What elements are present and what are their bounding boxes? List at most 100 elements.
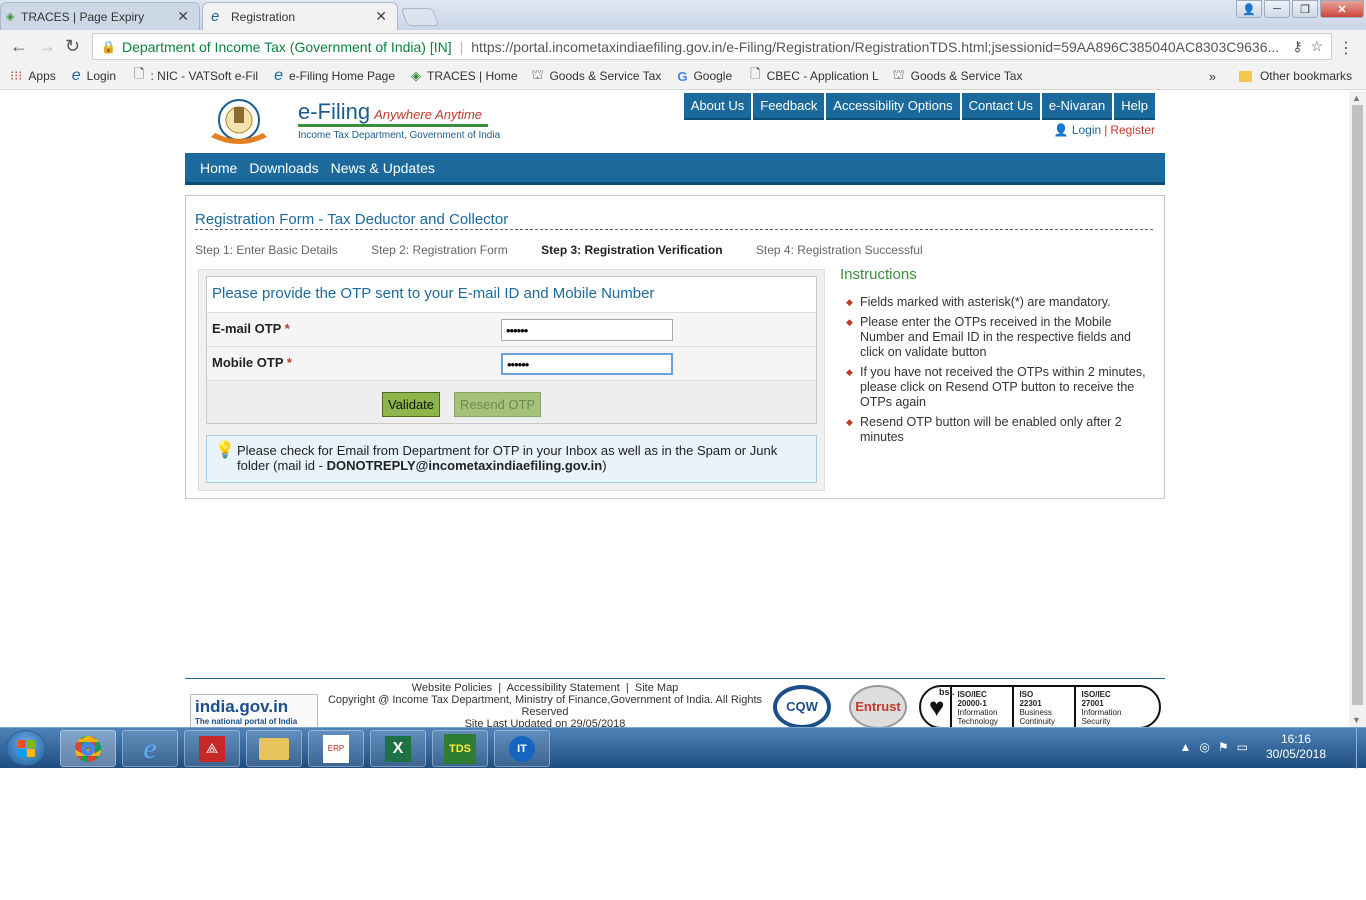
required-mark: * (286, 355, 292, 370)
site-logo-title[interactable]: e-Filing Anywhere Anytime (298, 99, 482, 125)
bookmark-label: TRACES | Home (427, 69, 518, 83)
scroll-down-icon[interactable]: ▼ (1352, 715, 1361, 725)
windows-taskbar: e ⟁ ERP X TDS IT ▲◎⚑▭ 16:16 30/05/2018 (0, 727, 1366, 769)
it-app-taskbar-icon[interactable]: IT (494, 730, 550, 767)
emblem-icon: ⛫ (531, 67, 544, 82)
bookmark-google[interactable]: G Google (677, 69, 732, 84)
email-otp-input[interactable] (501, 319, 673, 341)
iso-20000: ISO/IEC20000-1Information Technology Ser… (950, 687, 1012, 727)
step-indicator: Step 1: Enter Basic Details Step 2: Regi… (195, 243, 953, 257)
bookmark-traces-home[interactable]: ◈ TRACES | Home (411, 68, 517, 84)
back-icon[interactable]: ← (10, 36, 28, 57)
start-button[interactable] (6, 730, 46, 766)
iso-desc: Information Security Management (1081, 708, 1128, 727)
bsi-iso-badge: bsi. ♥ ISO/IEC 20000-1 Information Technol… (919, 685, 1161, 727)
logo-tagline: Anywhere Anytime (374, 107, 483, 122)
apps-grid-icon: ⁝⁝⁝ (10, 68, 23, 83)
email-otp-row: E-mail OTP * (207, 313, 816, 347)
forward-icon[interactable]: → (38, 36, 56, 57)
nav-help[interactable]: Help (1114, 93, 1155, 120)
iso-desc: Business Continuity (1019, 708, 1056, 726)
validate-button[interactable]: Validate (382, 392, 441, 417)
page-icon: 🗋 (134, 66, 145, 81)
footer-link-website-policies[interactable]: Website Policies (412, 682, 493, 694)
register-link[interactable]: Register (1110, 123, 1155, 137)
note-close: ) (602, 458, 607, 473)
url-input[interactable]: 🔒 Department of Income Tax (Government o… (92, 33, 1332, 60)
main-nav-downloads[interactable]: Downloads (249, 160, 318, 176)
cqw-badge: CQW (773, 685, 831, 727)
traces-icon: ◈ (411, 68, 422, 83)
main-nav-home[interactable]: Home (200, 160, 237, 176)
bookmark-label: e-Filing Home Page (288, 69, 396, 83)
browser-menu-icon[interactable]: ⋮ (1338, 38, 1354, 58)
footer-copyright: Copyright @ Income Tax Department, Minis… (327, 694, 763, 718)
nav-accessibility-options[interactable]: Accessibility Options (826, 93, 960, 120)
tab-close-icon[interactable]: ✕ (375, 8, 387, 25)
saral-tds-taskbar-icon[interactable]: TDS (432, 730, 488, 767)
bullet-icon: ◆ (846, 417, 853, 427)
scrollbar-thumb[interactable] (1352, 105, 1363, 705)
person-icon: 👤 (1053, 123, 1069, 137)
main-nav-news-updates[interactable]: News & Updates (331, 160, 435, 176)
other-bookmarks[interactable]: Other bookmarks (1238, 69, 1352, 83)
instruction-item: ◆ Fields marked with asterisk(*) are mand… (840, 295, 1150, 310)
tab-registration[interactable]: e Registration ✕ (202, 2, 398, 30)
instruction-text: If you have not received the OTPs within… (860, 365, 1146, 409)
clock-date: 30/05/2018 (1265, 747, 1326, 761)
otp-panel-heading: Please provide the OTP sent to your E-ma… (207, 277, 816, 313)
bookmarks-bar: ⁝⁝⁝ Apps e Login 🗋: NIC - VATSoft e-Fil ee… (0, 63, 1366, 90)
required-mark: * (284, 321, 290, 336)
clock[interactable]: 16:16 30/05/2018 (1266, 732, 1326, 762)
bookmark-efiling-home[interactable]: e e-Filing Home Page (274, 67, 395, 85)
minimize-icon[interactable]: ─ (1264, 0, 1290, 18)
tab-traces-page-expiry[interactable]: ◈ TRACES | Page Expiry ✕ (0, 2, 200, 30)
lock-icon: 🔒 (101, 39, 116, 54)
acrobat-taskbar-icon[interactable]: ⟁ (184, 730, 240, 767)
google-icon: G (677, 68, 688, 84)
excel-taskbar-icon[interactable]: X (370, 730, 426, 767)
ie-taskbar-icon[interactable]: e (122, 730, 178, 767)
page-scrollbar[interactable]: ▲ ▼ (1349, 91, 1366, 727)
button-row: Validate Resend OTP (207, 381, 816, 423)
maximize-icon[interactable]: ❐ (1292, 0, 1318, 18)
footer-link-site-map[interactable]: Site Map (635, 682, 678, 694)
logo-subtitle: Income Tax Department, Government of Ind… (298, 130, 501, 141)
nav-e-nivaran[interactable]: e-Nivaran (1041, 93, 1113, 120)
instruction-text: Fields marked with asterisk(*) are manda… (860, 295, 1111, 309)
bookmark-label: Apps (28, 69, 56, 83)
tab-close-icon[interactable]: ✕ (177, 8, 189, 25)
ie-icon: e (211, 8, 220, 25)
bookmark-cbec[interactable]: 🗋 CBEC - Application L (750, 65, 879, 87)
system-tray-icons[interactable]: ▲◎⚑▭ (1180, 740, 1256, 754)
tally-erp-taskbar-icon[interactable]: ERP (308, 730, 364, 767)
nav-about-us[interactable]: About Us (683, 93, 752, 120)
mobile-otp-input[interactable] (501, 353, 673, 375)
login-link[interactable]: Login (1072, 123, 1101, 137)
login-separator: | (1104, 123, 1108, 137)
nav-contact-us[interactable]: Contact Us (961, 93, 1040, 120)
bookmark-nic-vatsoft[interactable]: 🗋: NIC - VATSoft e-Fil (134, 65, 258, 87)
show-desktop-button[interactable] (1356, 728, 1366, 769)
file-explorer-taskbar-icon[interactable] (246, 730, 302, 767)
user-icon[interactable]: 👤 (1236, 0, 1262, 18)
scroll-up-icon[interactable]: ▲ (1352, 93, 1361, 103)
footer-link-accessibility-statement[interactable]: Accessibility Statement (507, 682, 620, 694)
resend-otp-button[interactable]: Resend OTP (454, 392, 542, 417)
windows-logo-icon (18, 740, 35, 757)
entrust-badge: Entrust (849, 685, 907, 727)
key-and-star-icons[interactable]: ⚷ ☆ (1292, 38, 1323, 55)
bookmark-apps[interactable]: ⁝⁝⁝ Apps (10, 68, 56, 84)
bookmark-login[interactable]: e Login (72, 67, 116, 85)
instruction-item: ◆ Please enter the OTPs received in the M… (840, 315, 1150, 360)
nav-feedback[interactable]: Feedback (753, 93, 825, 120)
chrome-taskbar-icon[interactable] (60, 730, 116, 767)
bookmark-gst-2[interactable]: ⛫ Goods & Service Tax (893, 67, 1023, 85)
mobile-otp-row: Mobile OTP * (207, 347, 816, 381)
new-tab-button[interactable] (400, 8, 440, 26)
close-window-icon[interactable]: ✕ (1320, 0, 1364, 18)
india-gov-logo[interactable]: india.gov.in The national portal of Indi… (190, 694, 318, 727)
reload-icon[interactable]: ↻ (65, 36, 80, 57)
bookmarks-more-icon[interactable]: » (1209, 69, 1216, 84)
bookmark-gst[interactable]: ⛫ Goods & Service Tax (532, 67, 662, 85)
